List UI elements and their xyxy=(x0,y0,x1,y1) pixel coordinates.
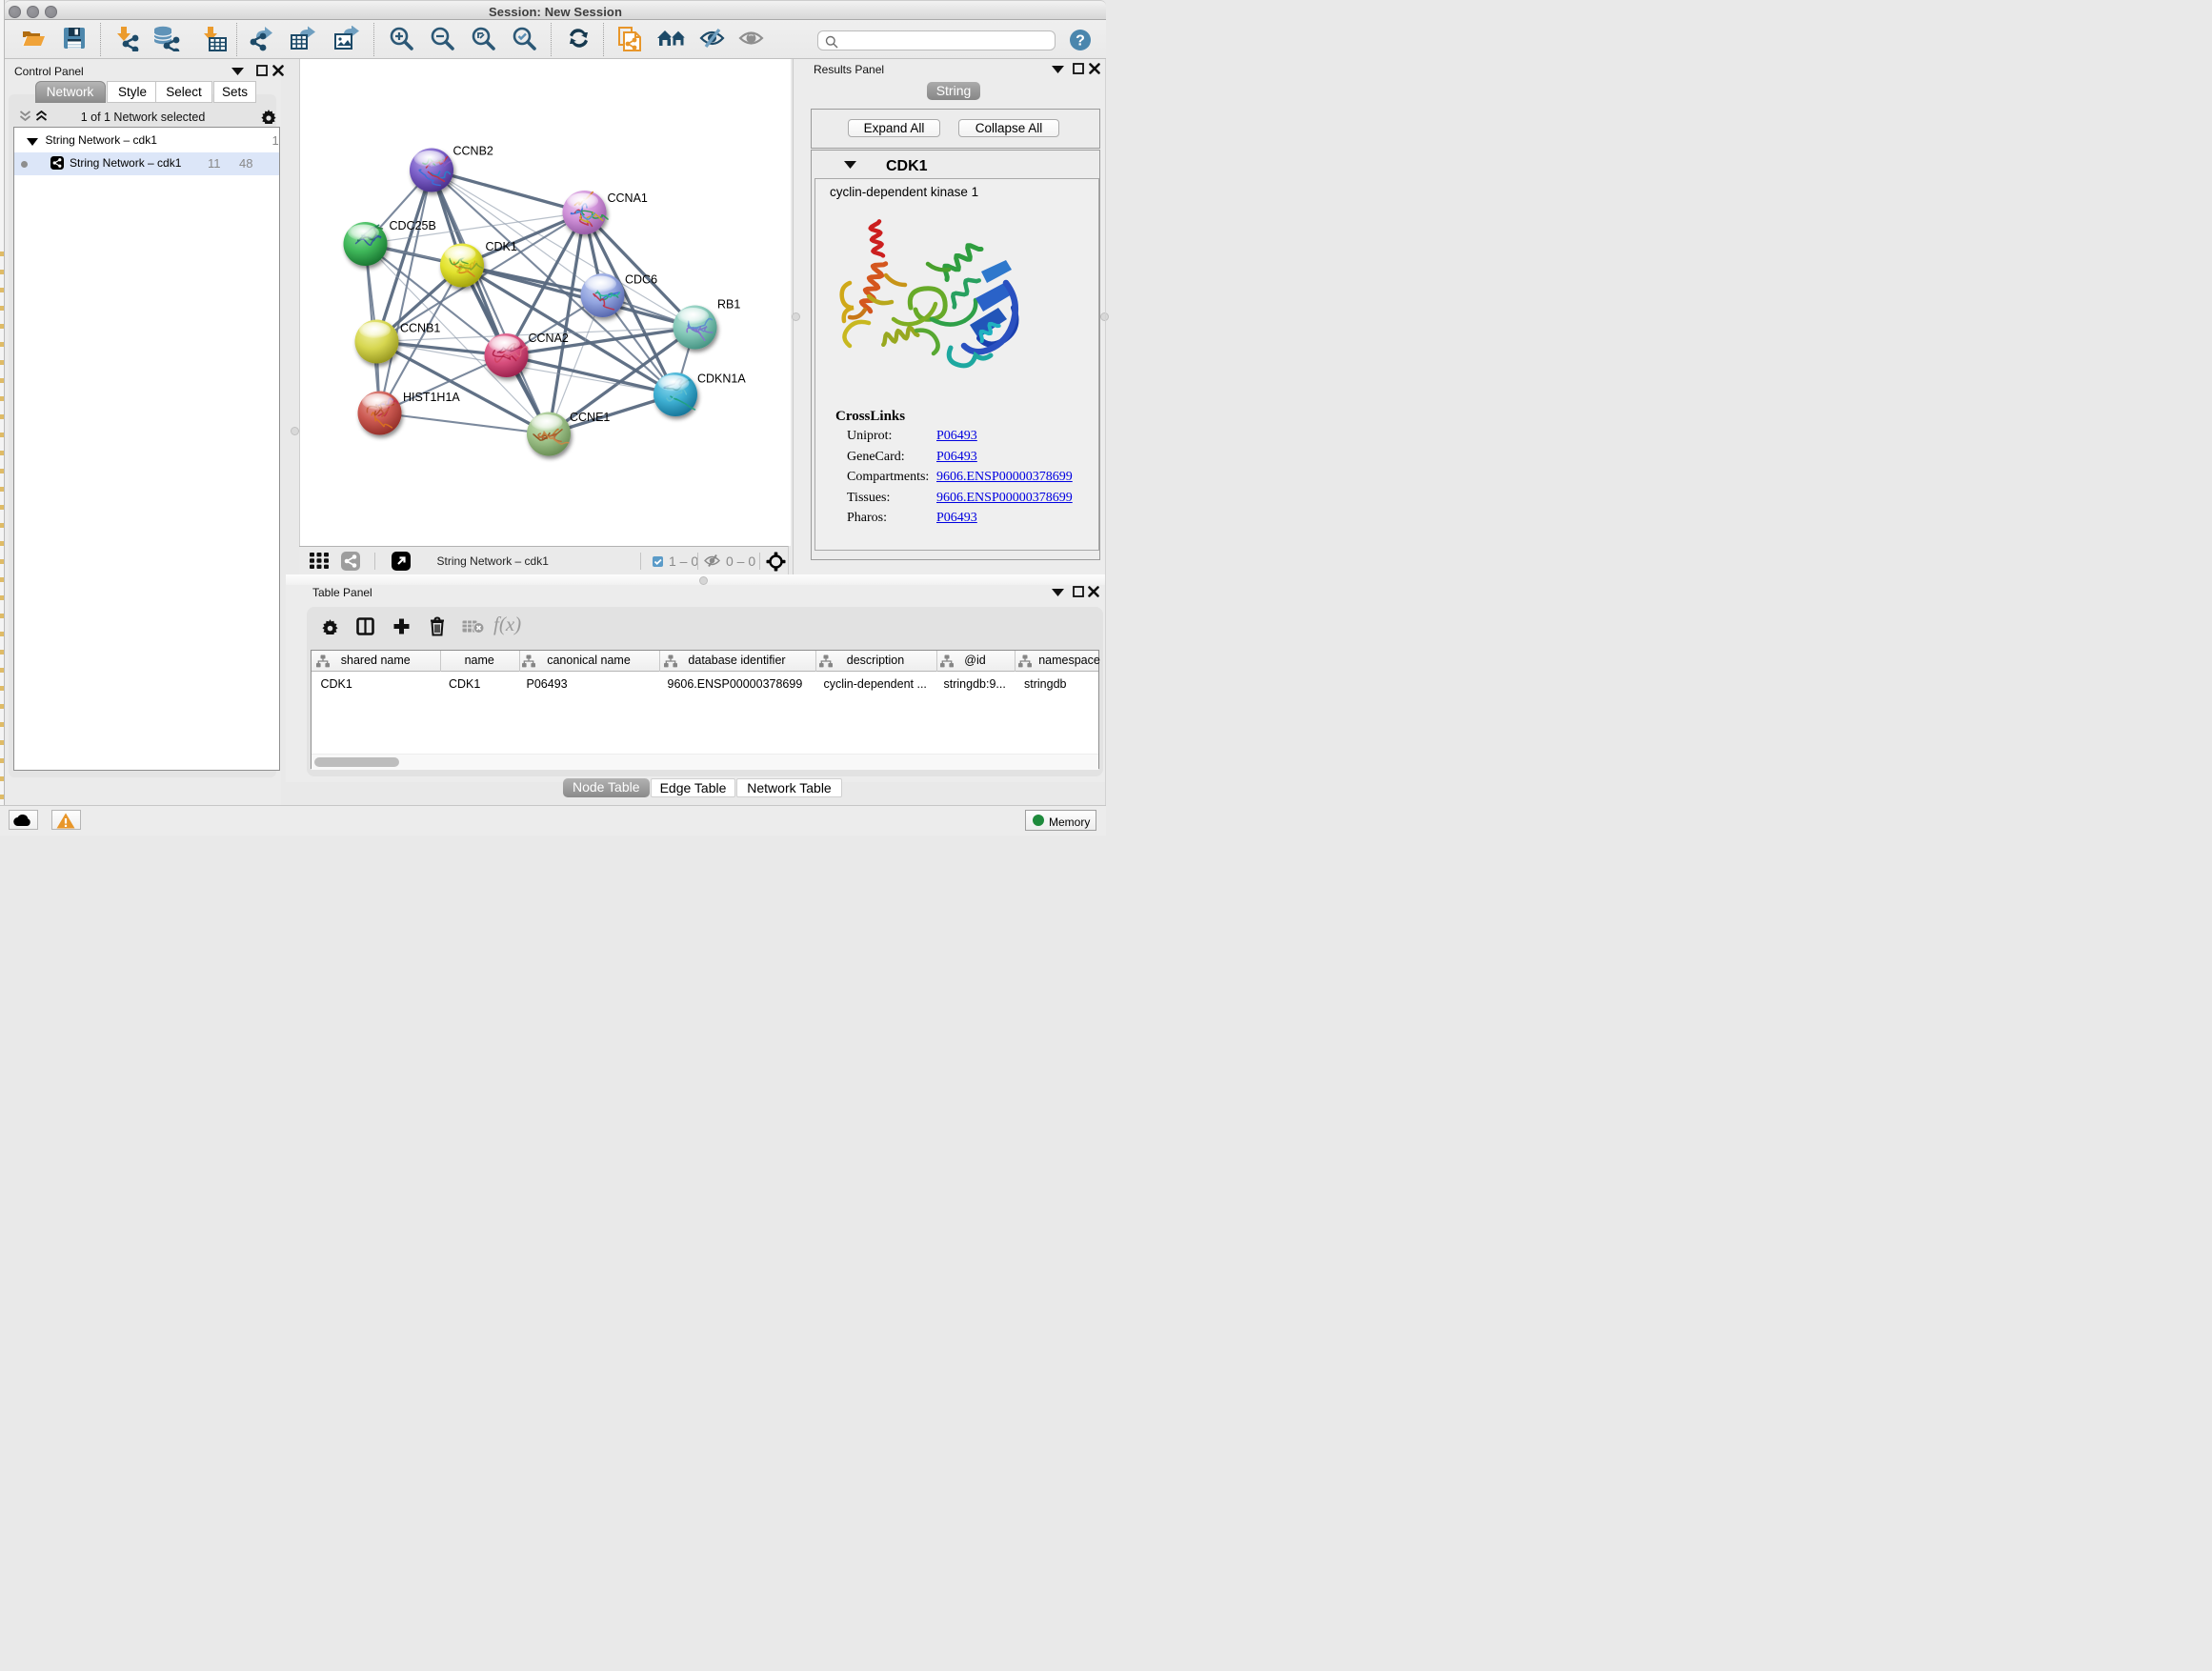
svg-text:RB1: RB1 xyxy=(717,298,740,312)
svg-text:CDC25B: CDC25B xyxy=(390,219,436,232)
svg-text:CCNA1: CCNA1 xyxy=(608,191,648,205)
svg-text:?: ? xyxy=(1076,33,1085,50)
svg-text:CDK1: CDK1 xyxy=(486,240,517,253)
svg-text:CDKN1A: CDKN1A xyxy=(697,372,746,386)
svg-text:CCNA2: CCNA2 xyxy=(529,332,569,345)
svg-text:CCNB1: CCNB1 xyxy=(400,322,440,335)
svg-text:CDC6: CDC6 xyxy=(625,273,657,287)
svg-text:CCNE1: CCNE1 xyxy=(570,411,610,424)
svg-text:HIST1H1A: HIST1H1A xyxy=(403,391,460,404)
svg-text:CCNB2: CCNB2 xyxy=(453,145,493,158)
